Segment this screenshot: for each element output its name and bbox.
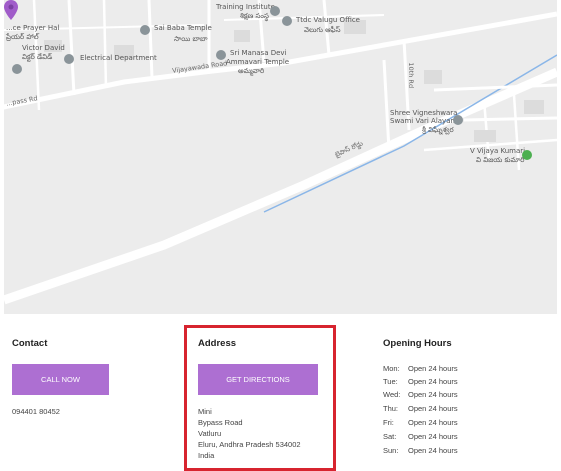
hours-day: Fri: bbox=[383, 418, 394, 427]
map-label-ttdc-te: వెలుగు ఆఫీస్ bbox=[304, 26, 341, 34]
map-label-prayer-hall-te: ప్రేయర్ హాల్ bbox=[6, 33, 39, 41]
hours-value: Open 24 hours bbox=[408, 404, 458, 413]
map-poi-icon[interactable] bbox=[282, 16, 292, 26]
get-directions-button[interactable]: GET DIRECTIONS bbox=[198, 364, 318, 395]
map-label-vigneshwara-te: శ్రీ విఘ్నేశ్వర bbox=[422, 126, 454, 134]
hours-day: Sat: bbox=[383, 432, 397, 441]
map-label-ttdc: Ttdc Valugu Office bbox=[296, 16, 360, 24]
hours-day: Sun: bbox=[383, 446, 399, 455]
map-label-manasa-1: Sri Manasa Devi bbox=[230, 49, 287, 57]
hours-row: Sat: Open 24 hours bbox=[383, 432, 458, 441]
hours-row: Thu: Open 24 hours bbox=[383, 404, 458, 413]
address-line: Eluru, Andhra Pradesh 534002 bbox=[198, 440, 301, 449]
address-line: Vatluru bbox=[198, 429, 222, 438]
map-label-prayer-hall: ...ce Prayer Hal bbox=[6, 24, 60, 32]
hours-value: Open 24 hours bbox=[408, 364, 458, 373]
map-label-victor-david-te: విక్టర్ డేవిడ్ bbox=[22, 53, 53, 61]
map-poi-icon[interactable] bbox=[453, 115, 463, 125]
location-pin-icon[interactable] bbox=[4, 0, 18, 20]
hours-row: Sun: Open 24 hours bbox=[383, 446, 458, 455]
map-label-vijaya-kumari: V Vijaya Kumari bbox=[470, 147, 526, 155]
address-line: India bbox=[198, 451, 215, 460]
contact-title: Contact bbox=[12, 338, 48, 349]
hours-day: Mon: bbox=[383, 364, 400, 373]
hours-value: Open 24 hours bbox=[408, 418, 458, 427]
hours-value: Open 24 hours bbox=[408, 390, 458, 399]
map-label-10th-rd: 10th Rd bbox=[407, 62, 416, 89]
map-poi-icon[interactable] bbox=[12, 64, 22, 74]
call-now-button[interactable]: CALL NOW bbox=[12, 364, 109, 395]
address-line: Mini bbox=[198, 407, 212, 416]
map-view[interactable]: ...ce Prayer Hal ప్రేయర్ హాల్ Victor Dav… bbox=[4, 0, 557, 314]
map-roads bbox=[4, 0, 557, 305]
hours-day: Wed: bbox=[383, 390, 401, 399]
hours-row: Wed: Open 24 hours bbox=[383, 390, 458, 399]
map-label-vigneshwara-2: Swami Vari Alayamu bbox=[390, 117, 462, 125]
map-poi-icon[interactable] bbox=[64, 54, 74, 64]
map-label-manasa-2: Ammavari Temple bbox=[226, 58, 290, 66]
contact-phone[interactable]: 094401 80452 bbox=[12, 406, 60, 417]
address-title: Address bbox=[198, 338, 237, 349]
hours-day: Thu: bbox=[383, 404, 399, 413]
map-poi-icon[interactable] bbox=[140, 25, 150, 35]
map-label-training-institute: Training Institute bbox=[216, 3, 275, 11]
hours-day: Tue: bbox=[383, 377, 398, 386]
hours-value: Open 24 hours bbox=[408, 377, 458, 386]
map-label-training-te: శిక్షణ సంస్థ bbox=[240, 12, 269, 20]
map-label-sai-baba-te: సాయి బాబా bbox=[174, 35, 208, 43]
hours-value: Open 24 hours bbox=[408, 446, 458, 455]
map-label-sai-baba: Sai Baba Temple bbox=[154, 24, 212, 32]
hours-value: Open 24 hours bbox=[408, 432, 458, 441]
hours-row: Mon: Open 24 hours bbox=[383, 364, 458, 373]
map-poi-icon[interactable] bbox=[522, 150, 532, 160]
map-label-manasa-te: అమ్మవారి bbox=[238, 67, 265, 75]
hours-row: Fri: Open 24 hours bbox=[383, 418, 458, 427]
map-label-vigneshwara-1: Shree Vigneshwara bbox=[390, 109, 458, 117]
address-line: Bypass Road bbox=[198, 418, 243, 427]
opening-hours-title: Opening Hours bbox=[383, 338, 452, 349]
map-poi-icon[interactable] bbox=[270, 6, 280, 16]
map-label-electrical: Electrical Department bbox=[80, 54, 157, 62]
hours-row: Tue: Open 24 hours bbox=[383, 377, 458, 386]
map-label-vijaya-kumari-te: వి విజయ కుమారి bbox=[476, 156, 525, 164]
map-label-victor-david: Victor David bbox=[22, 44, 65, 52]
